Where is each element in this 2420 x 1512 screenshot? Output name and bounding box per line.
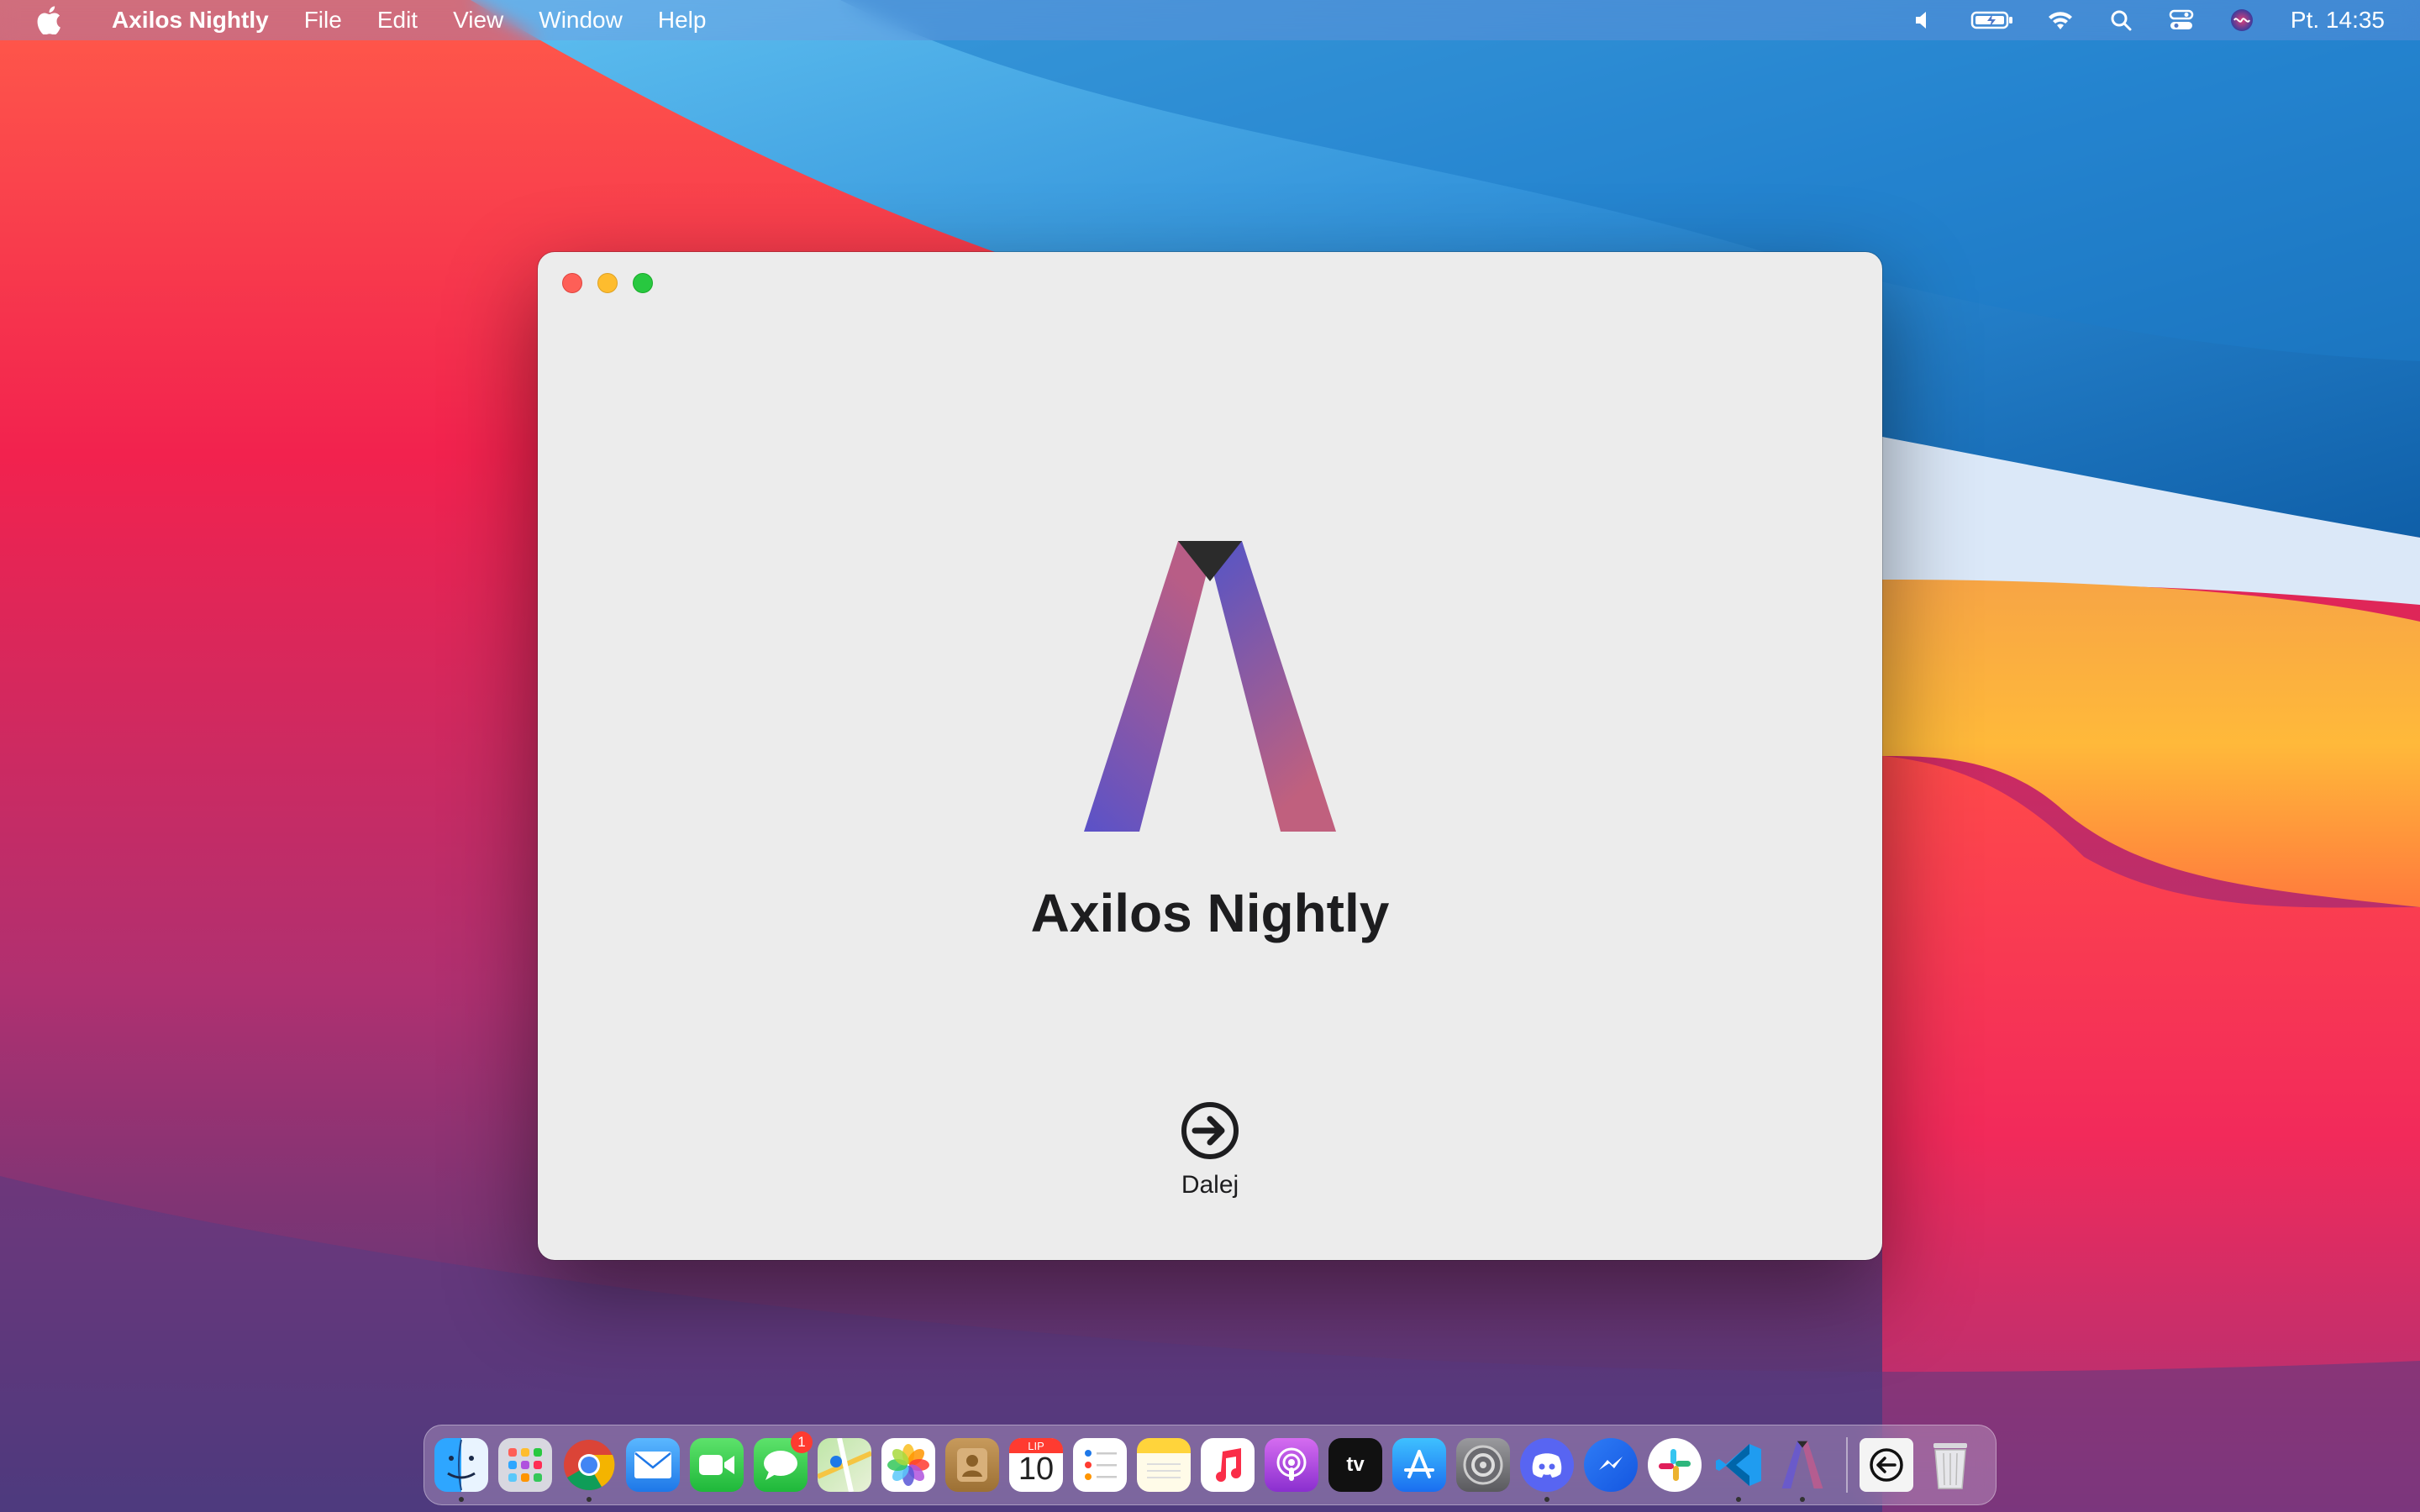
calendar-day: 10 xyxy=(1018,1452,1055,1487)
podcasts-icon[interactable] xyxy=(1265,1438,1318,1492)
menu-clock[interactable]: Pt. 14:35 xyxy=(2291,7,2385,34)
menu-view[interactable]: View xyxy=(435,0,521,40)
running-indicator xyxy=(459,1497,464,1502)
spotlight-search-icon[interactable] xyxy=(2107,6,2135,34)
menu-window[interactable]: Window xyxy=(521,0,640,40)
next-button[interactable]: Dalej xyxy=(1126,1100,1294,1200)
downloads-icon[interactable] xyxy=(1860,1438,1913,1492)
close-window-button[interactable] xyxy=(562,273,582,293)
menu-edit[interactable]: Edit xyxy=(360,0,435,40)
system-preferences-icon[interactable] xyxy=(1456,1438,1510,1492)
zoom-window-button[interactable] xyxy=(633,273,653,293)
axilos-logo-icon xyxy=(1084,541,1336,832)
menu-help[interactable]: Help xyxy=(640,0,724,40)
app-title: Axilos Nightly xyxy=(1030,883,1390,943)
running-indicator xyxy=(587,1497,592,1502)
discord-icon[interactable] xyxy=(1520,1438,1574,1502)
chrome-icon[interactable] xyxy=(562,1438,616,1502)
music-icon[interactable] xyxy=(1201,1438,1255,1492)
running-indicator xyxy=(1800,1497,1805,1502)
running-indicator xyxy=(1736,1497,1741,1502)
siri-icon[interactable] xyxy=(2228,6,2256,34)
reminders-icon[interactable] xyxy=(1073,1438,1127,1492)
apple-menu-icon[interactable] xyxy=(32,3,66,37)
control-center-icon[interactable] xyxy=(2167,6,2196,34)
messenger-icon[interactable] xyxy=(1584,1438,1638,1492)
facetime-icon[interactable] xyxy=(690,1438,744,1492)
menu-bar: Axilos Nightly File Edit View Window Hel… xyxy=(0,0,2420,40)
messages-badge: 1 xyxy=(791,1431,813,1453)
next-button-label[interactable]: Dalej xyxy=(1181,1171,1239,1200)
axilos-icon[interactable] xyxy=(1776,1438,1829,1502)
menu-app-name[interactable]: Axilos Nightly xyxy=(94,0,287,40)
messages-icon[interactable]: 1 xyxy=(754,1431,813,1492)
trash-icon[interactable] xyxy=(1923,1438,1977,1492)
photos-icon[interactable] xyxy=(881,1438,935,1492)
app-window: Axilos Nightly Dalej xyxy=(538,252,1882,1260)
apple-tv-icon[interactable]: tv xyxy=(1328,1438,1382,1492)
menu-file[interactable]: File xyxy=(287,0,360,40)
arrow-right-circle-icon[interactable] xyxy=(1180,1100,1240,1161)
app-store-icon[interactable] xyxy=(1392,1438,1446,1492)
apple-tv-label: tv xyxy=(1346,1453,1365,1476)
window-controls xyxy=(562,273,653,293)
launchpad-icon[interactable] xyxy=(498,1438,552,1492)
contacts-icon[interactable] xyxy=(945,1438,999,1492)
slack-icon[interactable] xyxy=(1648,1438,1702,1492)
mail-icon[interactable] xyxy=(626,1438,680,1492)
calendar-icon[interactable]: LIP 10 xyxy=(1009,1438,1063,1492)
minimize-window-button[interactable] xyxy=(597,273,618,293)
maps-icon[interactable] xyxy=(818,1438,871,1492)
wifi-icon[interactable] xyxy=(2046,6,2075,34)
volume-icon[interactable] xyxy=(1910,6,1939,34)
dock-separator xyxy=(1846,1437,1848,1493)
notes-icon[interactable] xyxy=(1137,1438,1191,1492)
dock: 1 LIP 10 tv xyxy=(424,1425,1996,1505)
desktop: Axilos Nightly File Edit View Window Hel… xyxy=(0,0,2420,1512)
finder-icon[interactable] xyxy=(434,1438,488,1502)
battery-icon[interactable] xyxy=(1970,6,2014,34)
running-indicator xyxy=(1544,1497,1549,1502)
vscode-icon[interactable] xyxy=(1712,1438,1765,1502)
